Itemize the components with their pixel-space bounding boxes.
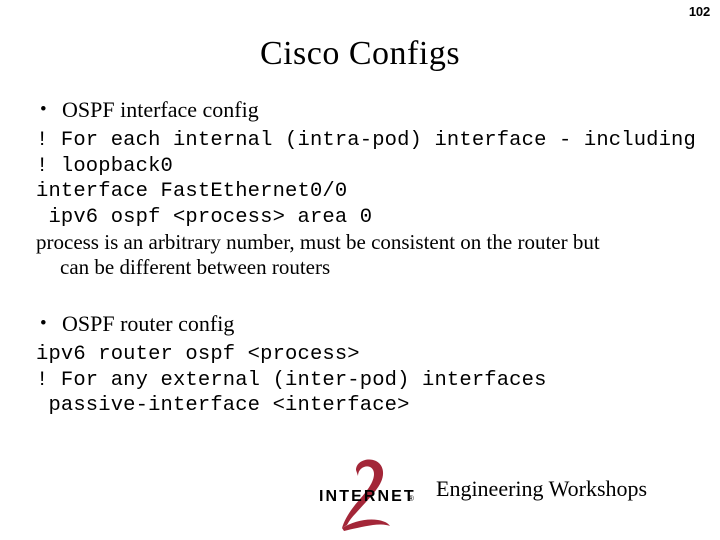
note-text: process is an arbitrary number, must be …: [0, 230, 676, 280]
code-line: ipv6 ospf <process> area 0: [36, 205, 373, 229]
note-text-line-1: process is an arbitrary number, must be …: [36, 230, 600, 254]
code-line: ! For each internal (intra-pod) interfac…: [36, 129, 696, 152]
svg-text:INTERNET: INTERNET: [319, 488, 416, 505]
internet2-logo-icon: INTERNET ®: [319, 459, 416, 531]
code-line: passive-interface <interface>: [36, 394, 410, 417]
svg-text:®: ®: [408, 494, 414, 503]
bullet-item-ospf-interface-config: • OSPF interface config: [0, 96, 720, 124]
note-text-line-2: can be different between routers: [60, 255, 331, 279]
bullet-item-ospf-router-config: • OSPF router config: [0, 310, 720, 338]
slide-body: • OSPF interface config ! For each inter…: [0, 96, 720, 419]
internet2-logo: INTERNET ®: [316, 458, 420, 532]
code-line: interface FastEthernet0/0: [36, 180, 348, 203]
bullet-icon: •: [40, 99, 47, 120]
code-line: ! loopback0: [36, 154, 173, 178]
footer-text: Engineering Workshops: [436, 476, 648, 501]
code-line: ipv6 router ospf <process>: [36, 343, 360, 366]
bullet-label: OSPF interface config: [62, 97, 259, 122]
page-number: 102: [688, 4, 710, 19]
page-title: Cisco Configs: [259, 35, 461, 72]
code-line: ! For any external (inter-pod) interface…: [36, 368, 547, 392]
bullet-icon: •: [40, 313, 47, 334]
bullet-label: OSPF router config: [62, 311, 235, 336]
slide-canvas: 102 Cisco Configs • OSPF interface confi…: [0, 0, 720, 540]
footer: INTERNET ® Engineering Workshops: [316, 458, 716, 536]
